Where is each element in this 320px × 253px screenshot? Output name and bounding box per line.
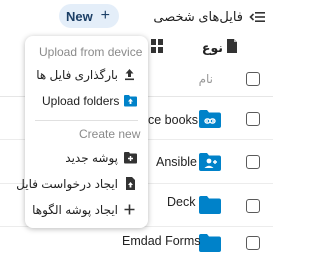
menu-collapse-icon[interactable] <box>249 8 267 26</box>
file-request-icon <box>126 177 135 190</box>
menu-item-label: ایجاد درخواست فایل <box>16 177 118 191</box>
column-header-name[interactable]: نام <box>199 72 213 86</box>
new-menu: Upload from device بارگذاری فایل ها Uplo… <box>16 36 148 228</box>
menu-section-upload: Upload from device <box>39 45 143 59</box>
menu-item-templates-folder[interactable]: ایجاد پوشه الگوها <box>25 198 148 222</box>
row-checkbox[interactable] <box>246 199 260 213</box>
file-name[interactable]: ce books <box>148 113 198 127</box>
file-name[interactable]: Emdad Forms <box>122 234 201 248</box>
page-title[interactable]: فایل‌های شخصی <box>153 9 243 25</box>
menu-section-create: Create new <box>79 127 141 141</box>
folder-plus-icon <box>124 152 137 164</box>
plus-icon: + <box>100 7 110 24</box>
new-button-label: New <box>66 8 93 24</box>
select-all-checkbox[interactable] <box>246 72 260 86</box>
file-name[interactable]: Ansible <box>156 155 197 169</box>
link-folder-icon <box>199 110 221 128</box>
shared-folder-icon <box>199 153 221 171</box>
menu-item-label: Upload folders <box>42 94 120 108</box>
menu-item-label: پوشه جدید <box>65 151 118 165</box>
row-checkbox[interactable] <box>246 155 260 169</box>
menu-item-new-folder[interactable]: پوشه جدید <box>25 146 148 170</box>
upload-icon <box>125 69 134 81</box>
menu-separator <box>35 120 138 121</box>
new-button[interactable]: New + <box>59 4 119 28</box>
folder-icon <box>199 234 221 252</box>
row-checkbox[interactable] <box>246 236 260 250</box>
folder-upload-icon <box>124 95 137 107</box>
row-checkbox[interactable] <box>246 112 260 126</box>
menu-item-label: بارگذاری فایل ها <box>36 68 118 82</box>
menu-item-upload-files[interactable]: بارگذاری فایل ها <box>25 63 148 87</box>
view-toggle-icon[interactable] <box>150 38 164 54</box>
folder-icon <box>199 196 221 214</box>
file-name[interactable]: Deck <box>167 195 195 209</box>
sort-icon[interactable] <box>225 38 239 54</box>
menu-item-upload-folders[interactable]: Upload folders <box>25 89 148 113</box>
plus-icon <box>124 204 135 215</box>
menu-item-label: ایجاد پوشه الگوها <box>32 203 118 217</box>
sort-label[interactable]: نوع <box>202 40 223 55</box>
menu-item-file-request[interactable]: ایجاد درخواست فایل <box>16 172 148 196</box>
